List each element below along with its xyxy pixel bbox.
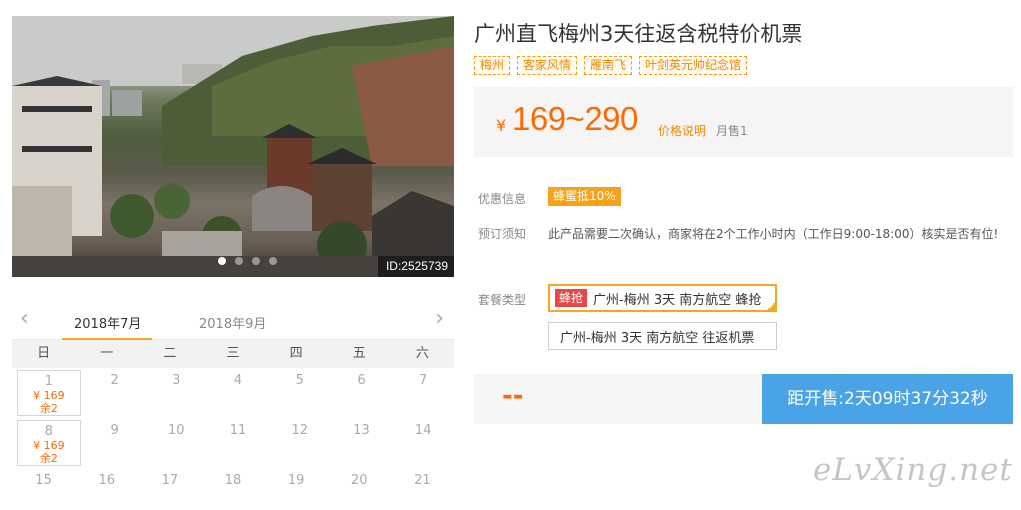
calendar-day: 21 bbox=[391, 468, 454, 510]
notice-label: 预订须知 bbox=[478, 227, 527, 241]
calendar-day: 18 bbox=[201, 468, 264, 510]
selected-price: -- bbox=[502, 381, 524, 411]
day-number: 8 bbox=[44, 424, 53, 439]
product-tag[interactable]: 雁南飞 bbox=[584, 56, 633, 75]
calendar-day: 3 bbox=[145, 368, 207, 418]
day-number: 12 bbox=[291, 423, 308, 438]
calendar-week-row: 1 ¥ 169 余2 2 3 4 5 6 7 bbox=[12, 368, 454, 418]
carousel-dot[interactable] bbox=[252, 257, 260, 265]
calendar-day-available[interactable]: 8 ¥ 169 余2 bbox=[17, 420, 81, 466]
calendar-day: 19 bbox=[265, 468, 328, 510]
calendar-month-tab[interactable]: 2018年7月 bbox=[74, 313, 141, 332]
day-remaining: 余2 bbox=[39, 402, 58, 415]
calendar-day: 7 bbox=[392, 368, 454, 418]
carousel-dot[interactable] bbox=[218, 257, 226, 265]
weekday-label: 日 bbox=[37, 346, 51, 361]
photo-id-label: ID:2525739 bbox=[377, 256, 454, 277]
day-number: 10 bbox=[168, 423, 185, 438]
day-number: 9 bbox=[110, 423, 119, 438]
package-name: 广州-梅州 3天 南方航空 往返机票 bbox=[560, 330, 755, 346]
day-number: 20 bbox=[351, 473, 368, 488]
carousel-dot[interactable] bbox=[235, 257, 243, 265]
day-remaining: 余2 bbox=[39, 452, 58, 465]
day-number: 13 bbox=[353, 423, 370, 438]
price-range: 169~290 bbox=[512, 100, 638, 137]
day-number: 1 bbox=[44, 374, 53, 389]
weekday-label: 二 bbox=[163, 346, 177, 361]
price-panel: ¥ 169~290 价格说明 月售1 bbox=[474, 87, 1013, 157]
day-number: 18 bbox=[224, 473, 242, 488]
photo-scene bbox=[12, 16, 454, 277]
day-number: 2 bbox=[110, 373, 119, 388]
package-option[interactable]: 广州-梅州 3天 南方航空 往返机票 bbox=[548, 322, 777, 350]
calendar-day: 13 bbox=[331, 418, 393, 468]
discount-badge: 蜂蜜抵10% bbox=[548, 187, 621, 206]
calendar-day: 14 bbox=[392, 418, 454, 468]
day-number: 14 bbox=[414, 423, 432, 438]
package-type-label: 套餐类型 bbox=[478, 293, 527, 307]
calendar-day: 9 bbox=[84, 418, 146, 468]
calendar-day: 10 bbox=[145, 418, 207, 468]
calendar-day: 15 bbox=[12, 468, 75, 510]
flash-sale-badge: 蜂抢 bbox=[555, 289, 588, 307]
weekday-label: 五 bbox=[352, 346, 366, 361]
day-price: ¥ 169 bbox=[33, 389, 65, 402]
calendar-grid: 1 ¥ 169 余2 2 3 4 5 6 7 8 ¥ 169 余2 9 10 1… bbox=[12, 368, 454, 510]
product-tag[interactable]: 叶剑英元帅纪念馆 bbox=[639, 56, 748, 75]
weekday-label: 一 bbox=[100, 346, 114, 361]
day-number: 21 bbox=[414, 473, 431, 488]
day-number: 15 bbox=[35, 473, 52, 488]
calendar-day: 11 bbox=[207, 418, 269, 468]
day-number: 4 bbox=[233, 373, 243, 388]
currency-symbol: ¥ bbox=[496, 116, 507, 135]
carousel-dot[interactable] bbox=[269, 257, 277, 265]
package-option-selected[interactable]: 蜂抢 广州-梅州 3天 南方航空 蜂抢 ✓ bbox=[548, 284, 777, 312]
product-tag[interactable]: 客家风情 bbox=[517, 56, 578, 75]
calendar-day-available[interactable]: 1 ¥ 169 余2 bbox=[17, 370, 81, 416]
day-number: 11 bbox=[229, 423, 247, 438]
day-number: 19 bbox=[287, 473, 305, 488]
day-number: 16 bbox=[98, 473, 115, 488]
discount-label: 优惠信息 bbox=[478, 192, 527, 206]
product-title: 广州直飞梅州3天往返含税特价机票 bbox=[474, 22, 803, 46]
weekday-label: 四 bbox=[289, 346, 303, 361]
weekday-label: 六 bbox=[415, 346, 429, 361]
calendar-month-nav: ‹ 2018年7月 2018年9月 › bbox=[12, 304, 454, 340]
day-number: 7 bbox=[419, 373, 428, 388]
product-tags: 梅州 客家风情 雁南飞 叶剑英元帅纪念馆 bbox=[474, 56, 748, 75]
day-number: 3 bbox=[172, 373, 181, 388]
weekday-label: 三 bbox=[226, 346, 240, 361]
calendar-day: 16 bbox=[75, 468, 138, 510]
calendar-week-row: 15 16 17 18 19 20 21 bbox=[12, 468, 454, 510]
monthly-sales: 月售1 bbox=[716, 124, 748, 138]
calendar-day: 12 bbox=[269, 418, 331, 468]
calendar-day: 5 bbox=[269, 368, 331, 418]
calendar-day: 17 bbox=[138, 468, 201, 510]
product-photo[interactable]: ID:2525739 bbox=[12, 16, 454, 277]
calendar-day: 6 bbox=[331, 368, 393, 418]
day-price: ¥ 169 bbox=[33, 439, 65, 452]
calendar-day: 4 bbox=[207, 368, 269, 418]
day-number: 17 bbox=[161, 473, 179, 488]
product-tag[interactable]: 梅州 bbox=[474, 56, 511, 75]
price-explain-link[interactable]: 价格说明 bbox=[658, 122, 706, 139]
calendar-weekday-header: 日 一 二 三 四 五 六 bbox=[12, 340, 454, 368]
booking-notice-text: 此产品需要二次确认，商家将在2个工作小时内（工作日9:00-18:00）核实是否… bbox=[548, 227, 999, 241]
purchase-bar: -- 距开售:2天09时37分32秒 bbox=[474, 374, 1013, 424]
check-icon: ✓ bbox=[768, 302, 775, 311]
site-watermark: eLvXing.net bbox=[813, 452, 1013, 488]
chevron-right-icon[interactable]: › bbox=[435, 306, 444, 331]
carousel-dots bbox=[218, 257, 277, 265]
day-number: 6 bbox=[357, 373, 366, 388]
calendar-month-tab[interactable]: 2018年9月 bbox=[199, 313, 266, 332]
calendar-day: 2 bbox=[84, 368, 146, 418]
package-name: 广州-梅州 3天 南方航空 蜂抢 bbox=[593, 292, 762, 308]
calendar-day: 20 bbox=[328, 468, 391, 510]
chevron-left-icon[interactable]: ‹ bbox=[20, 306, 29, 331]
day-number: 5 bbox=[295, 373, 304, 388]
countdown-button[interactable]: 距开售:2天09时37分32秒 bbox=[762, 374, 1013, 424]
calendar-week-row: 8 ¥ 169 余2 9 10 11 12 13 14 bbox=[12, 418, 454, 468]
